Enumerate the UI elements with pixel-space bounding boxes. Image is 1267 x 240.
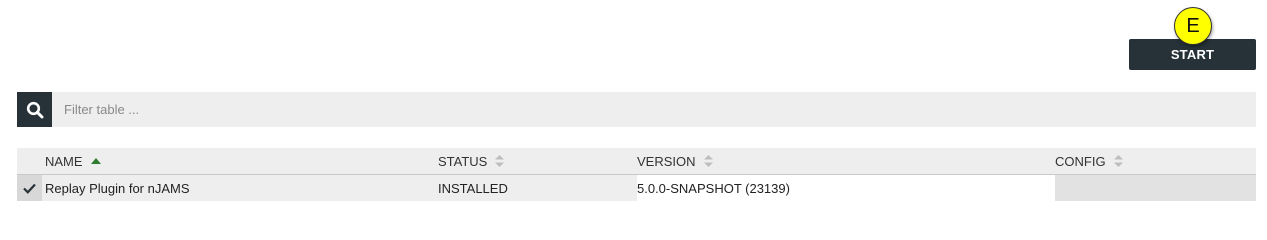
table-row[interactable]: Replay Plugin for nJAMS INSTALLED 5.0.0-… (17, 175, 1256, 201)
search-icon[interactable] (17, 92, 52, 127)
row-status-cell: INSTALLED (438, 175, 637, 201)
column-header-version-label: VERSION (637, 153, 696, 169)
sort-ascending-icon[interactable] (90, 157, 101, 165)
row-name: Replay Plugin for nJAMS (45, 180, 190, 196)
table-header: NAME STATUS VERSION CONFIG (17, 148, 1256, 175)
step-marker-e: E (1174, 7, 1212, 45)
row-version: 5.0.0-SNAPSHOT (23139) (637, 180, 790, 196)
column-header-version[interactable]: VERSION (637, 148, 1055, 174)
column-header-config-label: CONFIG (1055, 153, 1106, 169)
row-version-cell: 5.0.0-SNAPSHOT (23139) (637, 175, 1055, 201)
plugins-table: NAME STATUS VERSION CONFIG Replay Plugin… (17, 148, 1256, 201)
sort-icon[interactable] (495, 155, 505, 167)
column-header-name-label: NAME (45, 153, 83, 169)
filter-input[interactable] (52, 92, 1256, 127)
row-config-cell[interactable] (1055, 175, 1256, 201)
column-header-status[interactable]: STATUS (438, 148, 637, 174)
row-select-checkbox[interactable] (17, 175, 42, 201)
column-header-config[interactable]: CONFIG (1055, 148, 1256, 174)
filter-bar (17, 92, 1256, 127)
column-header-name[interactable]: NAME (42, 148, 438, 174)
row-name-cell: Replay Plugin for nJAMS (42, 175, 438, 201)
column-header-status-label: STATUS (438, 153, 488, 169)
checkmark-icon (23, 183, 36, 194)
plugin-manager-panel: E START NAME STATUS (0, 0, 1267, 215)
row-status: INSTALLED (438, 180, 508, 196)
sort-icon[interactable] (703, 155, 713, 167)
sort-icon[interactable] (1113, 155, 1123, 167)
header-check-cell (17, 148, 42, 174)
